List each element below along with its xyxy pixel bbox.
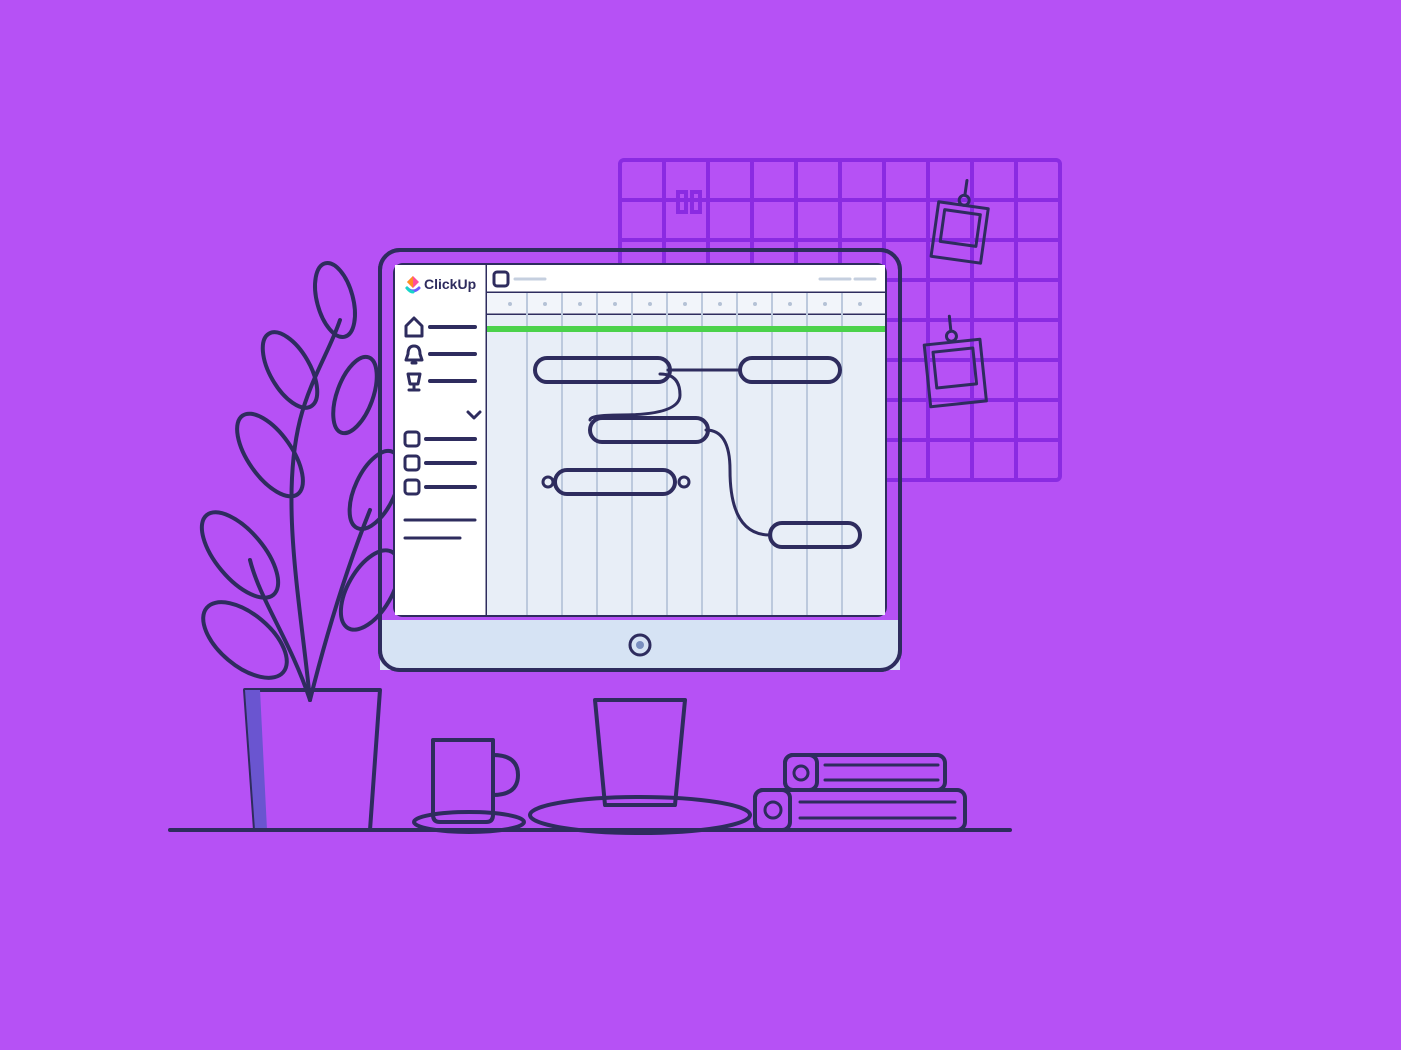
books xyxy=(755,755,965,830)
app-window: ClickUp xyxy=(395,265,885,615)
gantt-area xyxy=(487,265,885,615)
plant-decoration xyxy=(188,259,411,830)
monitor-stand xyxy=(530,700,750,833)
brand-name: ClickUp xyxy=(424,276,476,292)
progress-line xyxy=(487,326,885,332)
coffee-mug xyxy=(414,740,524,832)
